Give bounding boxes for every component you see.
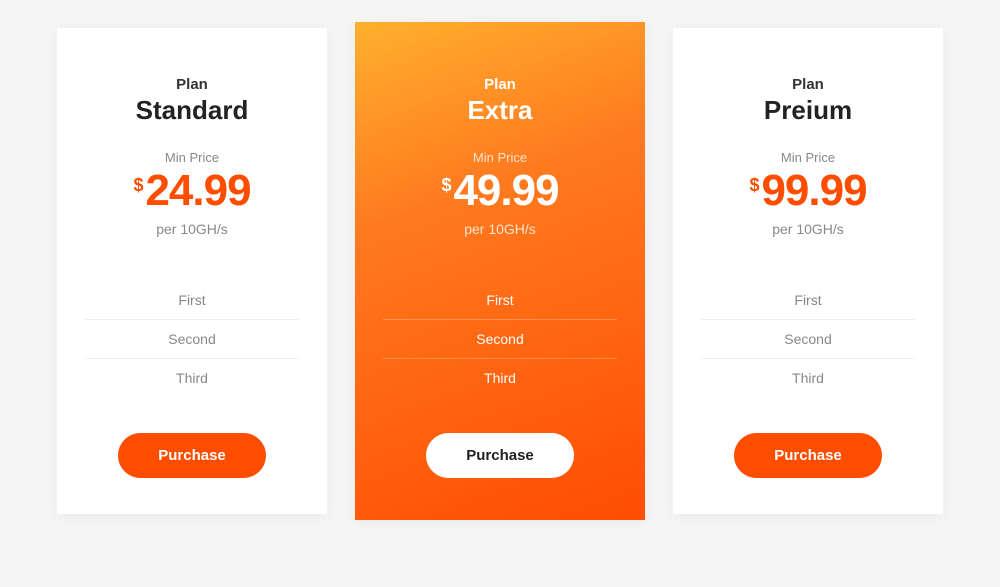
currency-symbol: $ [749,175,759,196]
plan-name: Extra [383,95,617,126]
feature-item: Third [383,359,617,397]
feature-item: First [85,281,299,320]
feature-item: First [383,281,617,320]
feature-item: Second [383,320,617,359]
plan-name: Standard [85,95,299,126]
purchase-button[interactable]: Purchase [734,433,882,478]
price-value: 24.99 [145,169,250,213]
feature-item: Third [701,359,915,397]
price-value: 99.99 [761,169,866,213]
plan-label: Plan [701,76,915,93]
price-row: $ 99.99 [701,169,915,213]
min-price-label: Min Price [383,150,617,165]
feature-item: Second [701,320,915,359]
feature-item: First [701,281,915,320]
feature-list: First Second Third [701,281,915,397]
currency-symbol: $ [441,175,451,196]
price-row: $ 24.99 [85,169,299,213]
pricing-card-extra: Plan Extra Min Price $ 49.99 per 10GH/s … [355,22,645,520]
plan-label: Plan [85,76,299,93]
feature-item: Third [85,359,299,397]
price-value: 49.99 [453,169,558,213]
pricing-card-standard: Plan Standard Min Price $ 24.99 per 10GH… [57,28,327,514]
per-unit-label: per 10GH/s [701,221,915,237]
pricing-card-premium: Plan Preium Min Price $ 99.99 per 10GH/s… [673,28,943,514]
feature-list: First Second Third [85,281,299,397]
feature-list: First Second Third [383,281,617,397]
per-unit-label: per 10GH/s [383,221,617,237]
feature-item: Second [85,320,299,359]
per-unit-label: per 10GH/s [85,221,299,237]
min-price-label: Min Price [85,150,299,165]
min-price-label: Min Price [701,150,915,165]
plan-label: Plan [383,76,617,93]
currency-symbol: $ [133,175,143,196]
purchase-button[interactable]: Purchase [426,433,574,478]
price-row: $ 49.99 [383,169,617,213]
purchase-button[interactable]: Purchase [118,433,266,478]
plan-name: Preium [701,95,915,126]
